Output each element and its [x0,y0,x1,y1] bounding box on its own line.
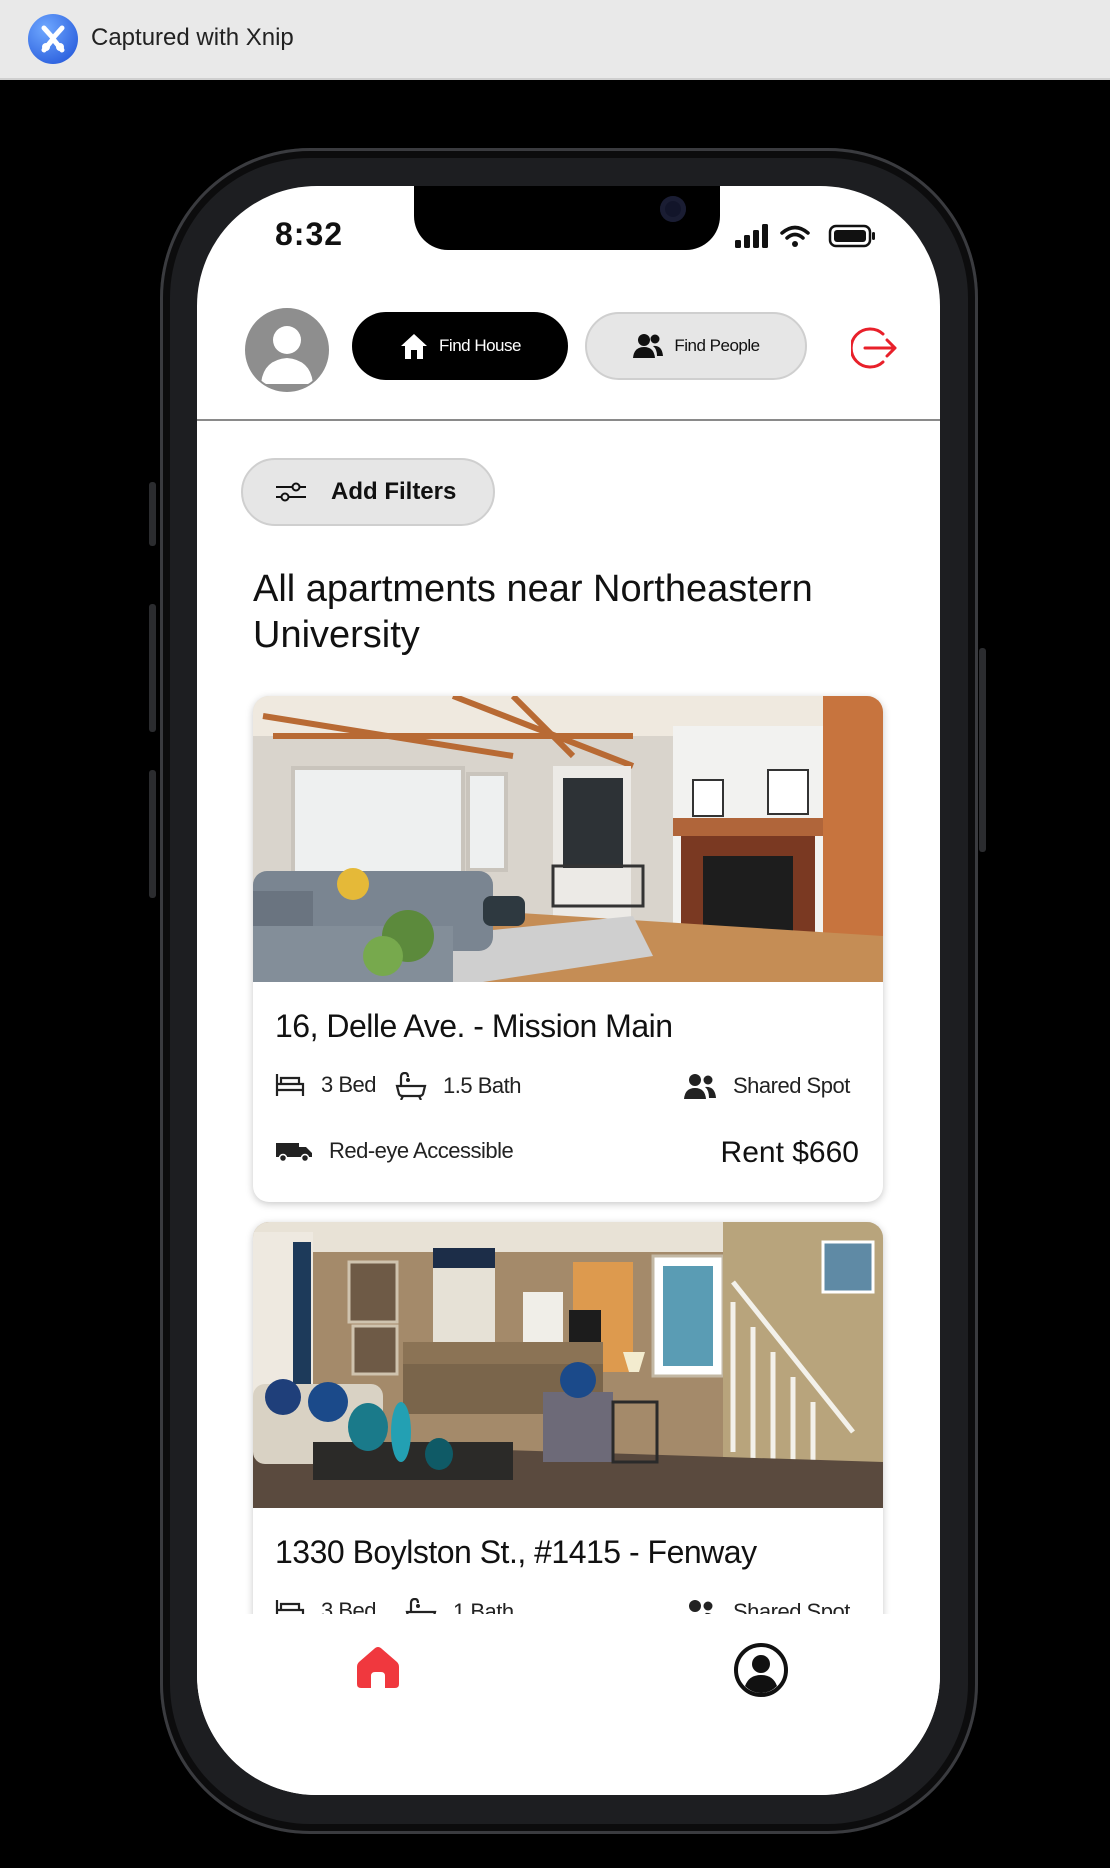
tab-find-house-label: Find House [439,336,521,355]
add-filters-label: Add Filters [331,478,457,505]
van-icon [276,1143,312,1162]
access-label: Red-eye Accessible [329,1138,514,1163]
volume-down-button [149,770,156,898]
bottom-nav [197,1614,940,1795]
phone-screen: 8:32 Find House Find People Add Filters … [197,186,940,1795]
volume-up-button [149,604,156,732]
wifi-icon [780,225,810,240]
cellular-signal-icon [735,224,768,248]
status-time: 8:32 [275,216,344,252]
home-icon[interactable] [355,1644,401,1695]
mute-switch [149,482,156,546]
capture-title: Captured with Xnip [91,24,294,51]
avatar-icon[interactable] [245,308,329,392]
header-divider [197,419,940,421]
profile-icon[interactable] [733,1642,789,1703]
spot-feature: Shared Spot [683,1072,850,1100]
spot-label: Shared Spot [733,1073,850,1098]
add-filters-button[interactable]: Add Filters [241,458,495,526]
power-button [979,648,986,852]
notch [414,186,720,250]
tab-find-people[interactable]: Find People [585,312,807,380]
baths-feature: 1.5 Bath [395,1072,521,1100]
bathtub-icon [395,1072,427,1100]
house-icon [399,331,429,361]
access-feature: Red-eye Accessible [275,1138,514,1164]
people-icon [632,332,664,360]
listing-card[interactable]: 16, Delle Ave. - Mission Main 3 Bed 1.5 … [253,696,883,1202]
page-title: All apartments near Northeastern Univers… [253,568,813,656]
beds-feature: 3 Bed [275,1072,377,1098]
xnip-logo-icon [28,14,78,64]
listing-address: 1330 Boylston St., #1415 - Fenway [275,1534,757,1570]
shared-spot-icon [684,1074,716,1099]
listing-address: 16, Delle Ave. - Mission Main [275,1008,673,1044]
beds-label: 3 Bed [321,1072,377,1097]
logout-icon[interactable] [849,326,899,375]
baths-label: 1.5 Bath [443,1073,521,1098]
sliders-icon [275,481,307,503]
status-icons [735,222,885,255]
listing-card[interactable]: 1330 Boylston St., #1415 - Fenway 3 Bed … [253,1222,883,1642]
tab-find-house[interactable]: Find House [352,312,568,380]
capture-toolbar: Captured with Xnip [0,0,1110,80]
bed-icon [275,1074,305,1096]
rent-label: Rent $660 [720,1136,859,1169]
battery-icon [828,224,875,248]
listing-photo [253,696,883,982]
listing-photo [253,1222,883,1508]
front-camera [660,196,686,222]
tab-find-people-label: Find People [674,336,760,355]
